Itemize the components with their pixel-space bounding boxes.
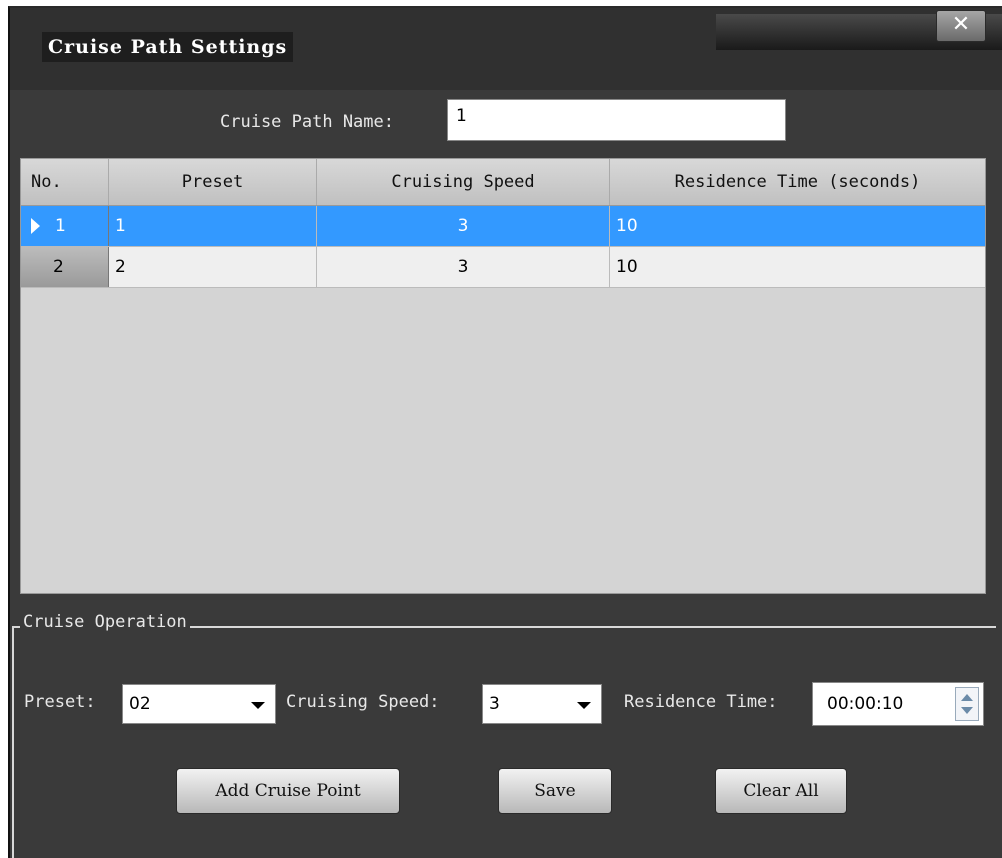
- speed-cell[interactable]: 3: [317, 247, 610, 287]
- chevron-down-icon: [577, 702, 591, 709]
- residence-time-label: Residence Time:: [624, 692, 778, 712]
- cruise-points-table: No. Preset Cruising Speed Residence Time…: [20, 158, 986, 594]
- table-header: No. Preset Cruising Speed Residence Time…: [21, 159, 985, 206]
- cruising-speed-label: Cruising Speed:: [286, 692, 440, 712]
- add-cruise-point-button[interactable]: Add Cruise Point: [176, 768, 400, 814]
- row-number: 2: [53, 257, 64, 277]
- table-row[interactable]: 1 1 3 10: [21, 206, 985, 247]
- path-name-label: Cruise Path Name:: [220, 112, 394, 132]
- residence-time-cell[interactable]: 10: [610, 247, 985, 287]
- column-header-speed[interactable]: Cruising Speed: [317, 159, 610, 205]
- speed-cell[interactable]: 3: [317, 206, 610, 246]
- group-label: Cruise Operation: [20, 612, 190, 632]
- cruising-speed-select-value: 3: [489, 694, 500, 714]
- column-header-residence-time[interactable]: Residence Time (seconds): [610, 159, 985, 205]
- table-row[interactable]: 2 2 3 10: [21, 247, 985, 288]
- close-button[interactable]: ✕: [936, 10, 986, 42]
- clear-all-button[interactable]: Clear All: [715, 768, 847, 814]
- preset-select[interactable]: 02: [122, 684, 276, 724]
- preset-cell[interactable]: 1: [109, 206, 317, 246]
- preset-select-value: 02: [129, 694, 151, 714]
- cruising-speed-select[interactable]: 3: [482, 684, 602, 724]
- row-number: 1: [55, 216, 66, 236]
- residence-time-value: 00:00:10: [827, 694, 904, 714]
- spin-up-icon[interactable]: [961, 694, 973, 701]
- save-button[interactable]: Save: [498, 768, 612, 814]
- dialog-title: Cruise Path Settings: [42, 32, 294, 62]
- residence-time-input[interactable]: 00:00:10: [812, 682, 984, 726]
- cruise-operation-group: Cruise Operation: [12, 612, 996, 858]
- preset-label: Preset:: [24, 692, 96, 712]
- triangle-right-icon: [31, 218, 40, 234]
- title-bar: Cruise Path Settings: [10, 8, 1002, 90]
- chevron-down-icon: [251, 702, 265, 709]
- residence-time-cell[interactable]: 10: [610, 206, 985, 246]
- row-header[interactable]: 2: [21, 247, 109, 287]
- spin-down-icon[interactable]: [961, 707, 973, 714]
- close-icon: ✕: [951, 12, 971, 37]
- path-name-input[interactable]: 1: [447, 99, 786, 141]
- row-header[interactable]: 1: [21, 206, 109, 246]
- column-header-preset[interactable]: Preset: [109, 159, 317, 205]
- spinner-icon[interactable]: [955, 687, 979, 721]
- preset-cell[interactable]: 2: [109, 247, 317, 287]
- column-header-no[interactable]: No.: [21, 159, 109, 205]
